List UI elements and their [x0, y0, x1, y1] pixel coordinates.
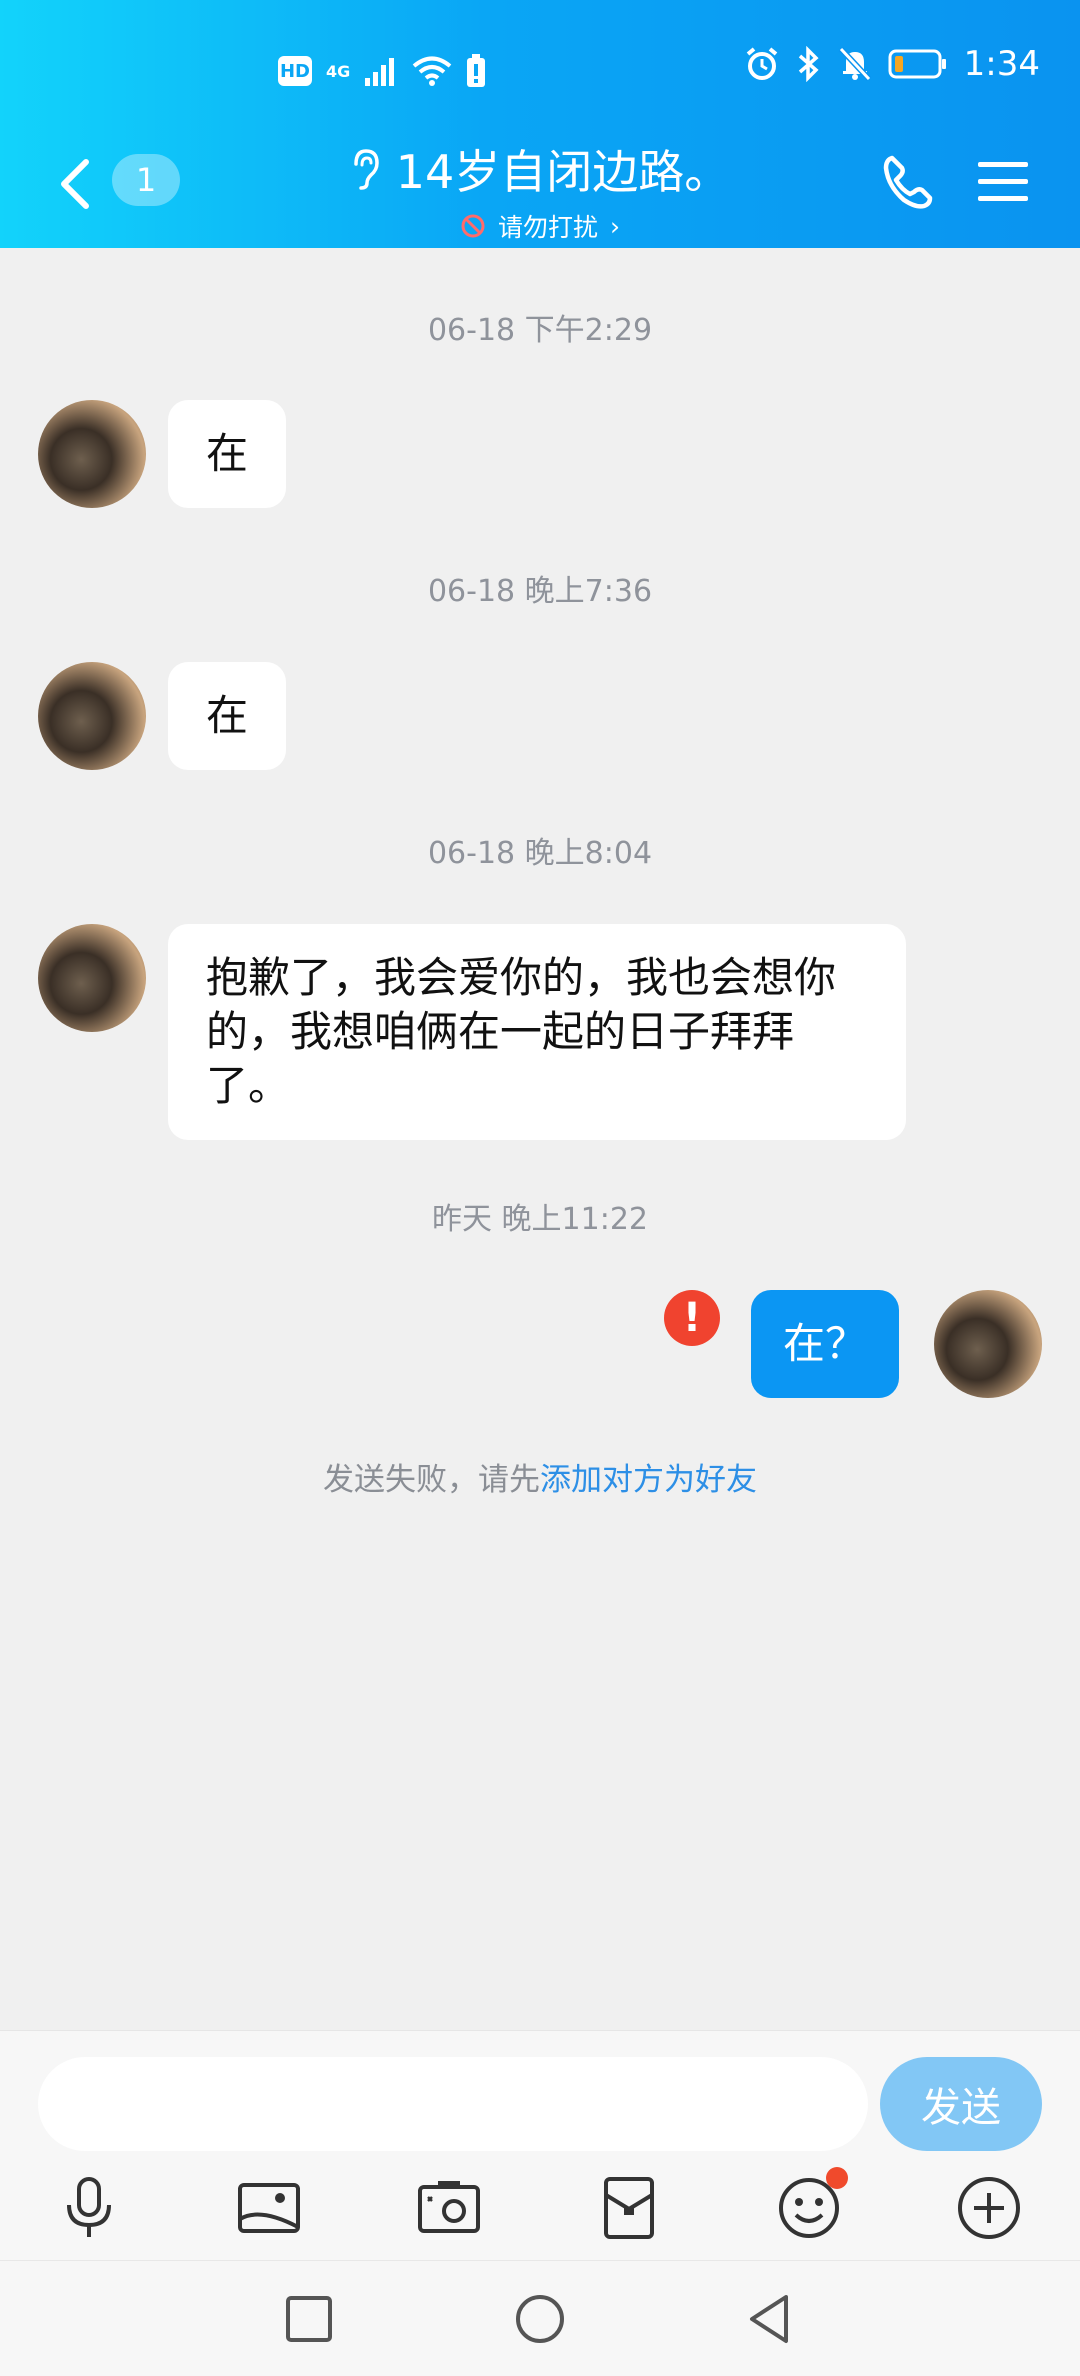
system-navigation-bar	[0, 2260, 1080, 2376]
bluetooth-icon	[798, 46, 819, 82]
status-bar: HD 4G 1:34	[0, 44, 1080, 104]
microphone-icon[interactable]	[54, 2173, 124, 2243]
message-list[interactable]: 06-18 下午2:29 在 06-18 晚上7:36 在 06-18 晚上8:…	[0, 248, 1080, 2030]
do-not-disturb-icon	[461, 214, 485, 238]
signal-icon	[365, 58, 395, 86]
my-avatar[interactable]	[934, 1290, 1042, 1398]
camera-icon[interactable]	[414, 2173, 484, 2243]
contact-avatar[interactable]	[38, 924, 146, 1032]
message-bubble[interactable]: 在	[168, 400, 287, 508]
message-timestamp: 06-18 下午2:29	[427, 313, 653, 348]
battery-alert-icon	[467, 54, 486, 87]
network-type: 4G	[326, 61, 351, 81]
hd-badge: HD	[278, 56, 312, 86]
my-message-bubble[interactable]: 在？	[751, 1290, 900, 1398]
input-bar: 发送	[0, 2030, 1080, 2260]
phone-icon[interactable]	[878, 152, 938, 212]
mute-notification-icon	[838, 46, 871, 82]
send-failed-notice: 发送失败，请先添加对方为好友	[0, 1454, 1080, 1499]
alarm-icon	[746, 47, 777, 80]
chat-header: HD 4G 1:34 1 14岁自闭边路。 请勿打扰 ›	[0, 0, 1080, 248]
photo-icon[interactable]	[234, 2173, 304, 2243]
add-friend-link[interactable]: 添加对方为好友	[540, 1462, 757, 1498]
contact-avatar[interactable]	[38, 400, 146, 508]
contact-avatar[interactable]	[38, 662, 146, 770]
message-input[interactable]	[38, 2057, 868, 2151]
do-not-disturb-indicator[interactable]: 请勿打扰 ›	[0, 208, 1080, 244]
send-failed-icon[interactable]: !	[664, 1290, 720, 1346]
home-icon[interactable]	[512, 2291, 568, 2347]
status-right: 1:34	[744, 44, 1040, 84]
ear-icon	[353, 149, 379, 190]
contact-name: 14岁自闭边路。	[395, 145, 731, 199]
message-bubble[interactable]: 抱歉了，我会爱你的，我也会想你的，我想咱俩在一起的日子拜拜了。	[168, 924, 906, 1140]
plus-icon[interactable]	[954, 2173, 1024, 2243]
wifi-icon	[412, 56, 452, 86]
battery-icon	[888, 49, 946, 79]
message-timestamp: 昨天 晚上11:22	[432, 1202, 648, 1237]
chevron-right-icon: ›	[610, 211, 620, 241]
recent-apps-icon[interactable]	[281, 2291, 337, 2347]
message-bubble[interactable]: 在	[168, 662, 287, 770]
emoji-button[interactable]	[774, 2167, 848, 2243]
back-icon[interactable]	[742, 2291, 798, 2347]
send-button[interactable]: 发送	[880, 2057, 1042, 2151]
status-left: HD 4G	[278, 54, 486, 88]
toolbar	[0, 2167, 1080, 2253]
nav-bar: 1 14岁自闭边路。 请勿打扰 ›	[0, 132, 1080, 242]
clock: 1:34	[963, 44, 1040, 84]
red-packet-icon[interactable]	[594, 2173, 664, 2243]
dnd-label: 请勿打扰	[497, 213, 598, 242]
message-timestamp: 06-18 晚上8:04	[427, 836, 653, 871]
message-timestamp: 06-18 晚上7:36	[427, 574, 653, 609]
notification-dot	[826, 2167, 848, 2189]
menu-icon[interactable]	[976, 158, 1030, 206]
send-failed-text: 发送失败，请先	[323, 1462, 540, 1498]
